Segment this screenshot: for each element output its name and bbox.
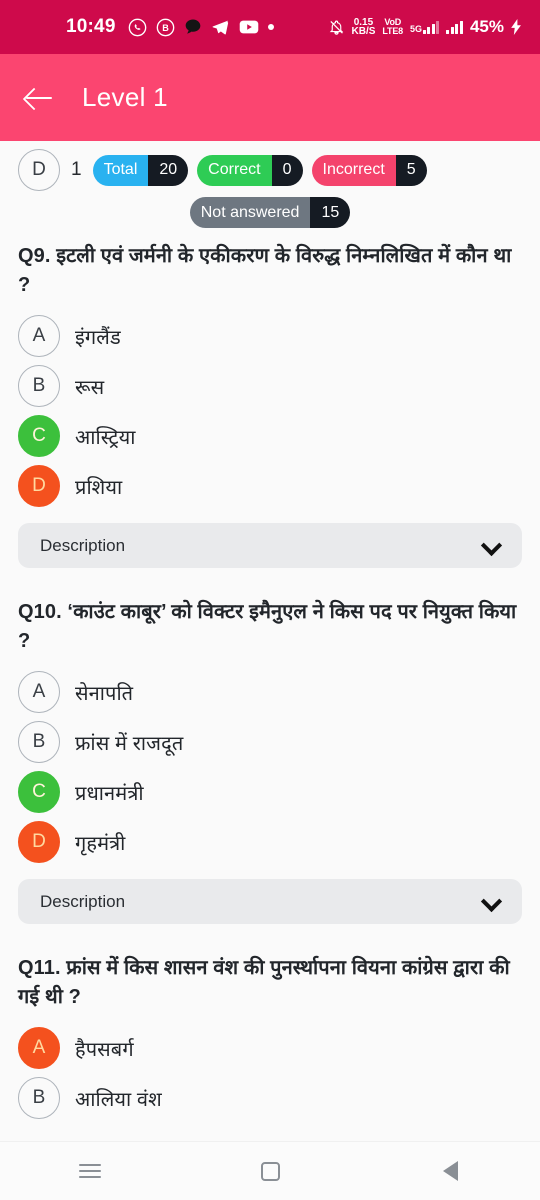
option-list: A इंगलैंड B रूस C आस्ट्रिया D प्रशिया (18, 311, 522, 511)
back-arrow-icon[interactable] (22, 81, 56, 115)
telegram-icon (211, 18, 230, 37)
volte-icon: VoD LTE8 (382, 18, 403, 36)
signal-bars-primary (422, 20, 440, 34)
bell-off-icon (328, 19, 345, 36)
option-label: आस्ट्रिया (75, 426, 136, 449)
stats-index: 1 (71, 159, 82, 180)
option-row[interactable]: C आस्ट्रिया (18, 411, 522, 461)
android-nav-bar (0, 1141, 540, 1200)
stat-chip-correct-value: 0 (271, 154, 303, 186)
youtube-icon (239, 19, 259, 35)
volte-bottom: LTE8 (382, 26, 403, 36)
stat-chip-correct: Correct 0 (197, 154, 303, 186)
description-accordion[interactable]: Description (18, 523, 522, 568)
option-label: आलिया वंश (75, 1088, 162, 1111)
signal-5g-icon: 5G (409, 20, 440, 34)
option-bubble: A (18, 671, 60, 713)
option-bubble: B (18, 721, 60, 763)
status-left-icons: B (128, 18, 274, 37)
option-row[interactable]: C प्रधानमंत्री (18, 767, 522, 817)
question-text: Q11. फ्रांस में किस शासन वंश की पुनर्स्थ… (18, 957, 510, 1008)
option-list: A हैपसबर्ग B आलिया वंश (18, 1023, 522, 1123)
question-text: Q9. इटली एवं जर्मनी के एकीकरण के विरुद्ध… (18, 245, 512, 296)
status-bar: 10:49 B 0.15 KB/S VoD LTE8 5G 45% (0, 0, 540, 54)
question-block: Q9. इटली एवं जर्मनी के एकीकरण के विरुद्ध… (0, 242, 540, 568)
whatsapp-icon (128, 18, 147, 37)
option-label: प्रशिया (75, 476, 123, 499)
option-label: गृहमंत्री (75, 832, 126, 855)
option-bubble-correct: C (18, 771, 60, 813)
app-bar: Level 1 (0, 54, 540, 141)
option-label: इंगलैंड (75, 326, 121, 349)
question-block: Q11. फ्रांस में किस शासन वंश की पुनर्स्थ… (0, 954, 540, 1123)
stat-chip-not-answered: Not answered 15 (189, 197, 351, 228)
stat-chip-not-answered-value: 15 (310, 197, 351, 228)
battery-level: 45% (469, 17, 504, 36)
option-row[interactable]: D प्रशिया (18, 461, 522, 511)
description-accordion[interactable]: Description (18, 879, 522, 924)
option-bubble-wrong: D (18, 821, 60, 863)
option-label: हैपसबर्ग (75, 1038, 134, 1061)
dot-icon (267, 24, 274, 30)
option-bubble-wrong: A (18, 1027, 60, 1069)
question-block: Q10. ‘काउंट काबूर’ को विक्टर इमैनुएल ने … (0, 598, 540, 924)
stat-chip-incorrect-value: 5 (395, 154, 427, 186)
option-row[interactable]: B आलिया वंश (18, 1073, 522, 1123)
stat-chip-incorrect-label: Incorrect (311, 154, 396, 186)
description-label: Description (40, 891, 126, 911)
option-row[interactable]: B फ्रांस में राजदूत (18, 717, 522, 767)
option-row[interactable]: A हैपसबर्ग (18, 1023, 522, 1073)
charging-bolt-icon (511, 19, 522, 35)
network-label: 5G (409, 23, 422, 34)
data-rate: 0.15 KB/S (351, 17, 376, 37)
question-text: Q10. ‘काउंट काबूर’ को विक्टर इमैनुएल ने … (18, 601, 517, 652)
quiz-result-scroll[interactable]: D 1 Total 20 Correct 0 Incorrect 5 Not a… (0, 141, 540, 1141)
option-bubble: B (18, 365, 60, 407)
back-icon (442, 1161, 458, 1181)
stat-chip-total-label: Total (92, 154, 149, 186)
chevron-down-icon (482, 893, 500, 911)
status-right-icons: 0.15 KB/S VoD LTE8 5G 45% (328, 17, 523, 37)
stat-chip-correct-label: Correct (197, 154, 272, 186)
chevron-down-icon (482, 537, 500, 555)
option-label: सेनापति (75, 682, 134, 705)
option-label: प्रधानमंत्री (75, 782, 144, 805)
option-bubble-wrong: D (18, 465, 60, 507)
option-row[interactable]: B रूस (18, 361, 522, 411)
option-label: फ्रांस में राजदूत (75, 732, 184, 755)
previous-question-option-bubble[interactable]: D (18, 149, 60, 191)
home-icon (260, 1161, 280, 1181)
option-list: A सेनापति B फ्रांस में राजदूत C प्रधानमं… (18, 667, 522, 867)
stat-chip-total-value: 20 (148, 154, 189, 186)
chat-bubble-icon (184, 18, 202, 36)
page-title: Level 1 (82, 82, 168, 112)
stats-row-secondary: Not answered 15 (0, 191, 540, 228)
svg-text:B: B (162, 22, 169, 32)
description-label: Description (40, 535, 126, 555)
stat-chip-total: Total 20 (92, 154, 189, 186)
stats-row: D 1 Total 20 Correct 0 Incorrect 5 (0, 141, 540, 191)
back-button[interactable] (415, 1149, 485, 1193)
recents-icon (79, 1160, 101, 1182)
recents-button[interactable] (55, 1149, 125, 1193)
data-rate-unit: KB/S (351, 26, 376, 37)
home-button[interactable] (235, 1149, 305, 1193)
option-row[interactable]: D गृहमंत्री (18, 817, 522, 867)
option-bubble-correct: C (18, 415, 60, 457)
option-row[interactable]: A सेनापति (18, 667, 522, 717)
option-bubble: A (18, 315, 60, 357)
stat-chip-incorrect: Incorrect 5 (311, 154, 427, 186)
status-time: 10:49 (66, 16, 116, 37)
option-bubble: B (18, 1077, 60, 1119)
stat-chip-not-answered-label: Not answered (189, 197, 311, 228)
b-circle-icon: B (156, 18, 175, 37)
signal-bars-secondary (446, 20, 463, 34)
option-row[interactable]: A इंगलैंड (18, 311, 522, 361)
option-label: रूस (75, 376, 105, 399)
